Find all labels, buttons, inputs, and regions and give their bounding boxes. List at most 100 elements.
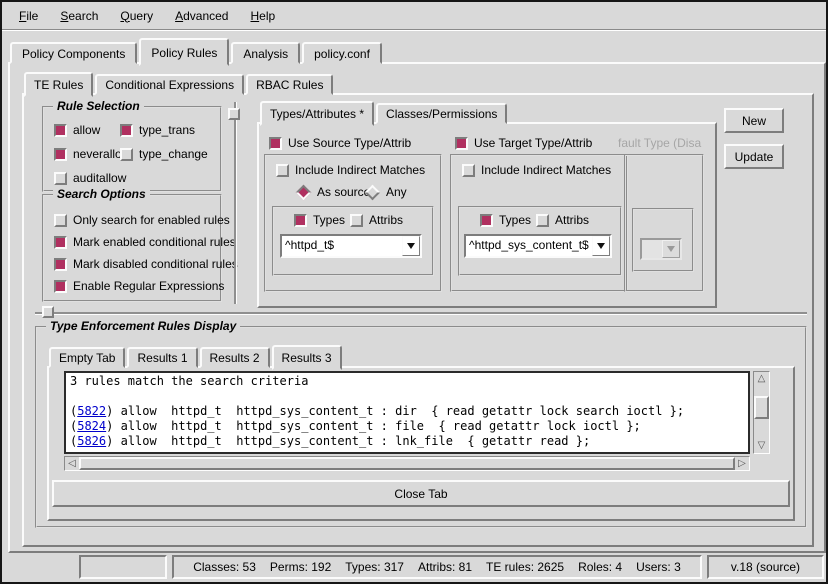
checkbox-neverallow[interactable]: neverallow — [54, 147, 130, 161]
source-type-combobox[interactable]: ^httpd_t$ — [280, 234, 422, 258]
results-vertical-scrollbar[interactable]: △ ▽ — [753, 371, 770, 454]
status-roles: Roles: 4 — [578, 560, 622, 574]
checkbox-indicator — [54, 172, 67, 185]
scroll-right-icon[interactable]: ▷ — [735, 457, 749, 470]
checkbox-mark-enabled-conditional[interactable]: Mark enabled conditional rules — [54, 235, 236, 249]
pane-sash-handle-horizontal[interactable] — [42, 306, 54, 318]
checkbox-indicator — [536, 214, 549, 227]
tab-policy-rules[interactable]: Policy Rules — [139, 38, 229, 66]
tab-analysis[interactable]: Analysis — [231, 42, 300, 64]
checkbox-indicator — [269, 137, 282, 150]
status-classes: Classes: 53 — [193, 560, 256, 574]
radio-as-source[interactable]: As source — [296, 185, 370, 199]
checkbox-indicator — [120, 148, 133, 161]
new-button[interactable]: New — [724, 108, 784, 133]
checkbox-target-attribs[interactable]: Attribs — [536, 213, 589, 227]
checkbox-use-source-type[interactable]: Use Source Type/Attrib — [269, 136, 411, 150]
checkbox-indicator — [54, 258, 67, 271]
tab-results-2[interactable]: Results 2 — [200, 347, 270, 368]
results-horizontal-scrollbar[interactable]: ◁ ▷ — [64, 456, 750, 471]
checkbox-indicator — [455, 137, 468, 150]
menu-file[interactable]: File — [16, 8, 41, 24]
te-rules-display-title: Type Enforcement Rules Display — [46, 319, 240, 333]
rule-selection-title: Rule Selection — [53, 99, 144, 113]
status-left-cell — [79, 555, 167, 579]
scroll-up-icon[interactable]: △ — [754, 372, 769, 386]
tab-te-rules[interactable]: TE Rules — [24, 72, 93, 97]
source-combo-dropdown-button[interactable] — [402, 236, 420, 256]
menu-search[interactable]: Search — [57, 8, 101, 24]
tab-rbac-rules[interactable]: RBAC Rules — [246, 74, 333, 95]
checkbox-auditallow[interactable]: auditallow — [54, 171, 126, 185]
pane-sash-horizontal[interactable] — [35, 312, 807, 314]
checkbox-indicator — [350, 214, 363, 227]
checkbox-allow[interactable]: allow — [54, 123, 100, 137]
checkbox-mark-disabled-conditional[interactable]: Mark disabled conditional rules — [54, 257, 238, 271]
checkbox-indicator — [54, 280, 67, 293]
checkbox-source-attribs[interactable]: Attribs — [350, 213, 403, 227]
checkbox-indicator — [276, 164, 289, 177]
status-te-rules: TE rules: 2625 — [486, 560, 564, 574]
default-type-value — [642, 240, 662, 258]
results-text-area[interactable]: 3 rules match the search criteria (5822)… — [64, 371, 750, 454]
main-tab-strip: Policy Components Policy Rules Analysis … — [10, 38, 384, 64]
checkbox-indicator — [294, 214, 307, 227]
tab-types-attributes[interactable]: Types/Attributes * — [260, 101, 374, 126]
checkbox-indicator — [462, 164, 475, 177]
checkbox-indicator — [480, 214, 493, 227]
rule-id-link[interactable]: 5824 — [77, 419, 106, 433]
results-tab-strip: Empty Tab Results 1 Results 2 Results 3 — [49, 345, 344, 368]
rule-id-link[interactable]: 5822 — [77, 404, 106, 418]
checkbox-type-change[interactable]: type_change — [120, 147, 208, 161]
checkbox-only-enabled-rules[interactable]: Only search for enabled rules — [54, 213, 230, 227]
close-tab-button[interactable]: Close Tab — [52, 480, 790, 507]
pane-sash-vertical[interactable] — [234, 102, 236, 304]
tab-conditional-expressions[interactable]: Conditional Expressions — [95, 74, 244, 95]
scroll-down-icon[interactable]: ▽ — [754, 439, 769, 453]
target-type-value[interactable]: ^httpd_sys_content_t$ — [466, 236, 592, 256]
tab-policy-components[interactable]: Policy Components — [10, 42, 137, 64]
checkbox-target-include-indirect[interactable]: Include Indirect Matches — [462, 163, 611, 177]
radio-indicator — [365, 184, 381, 200]
tab-classes-permissions[interactable]: Classes/Permissions — [376, 103, 507, 124]
checkbox-type-trans[interactable]: type_trans — [120, 123, 195, 137]
status-users: Users: 3 — [636, 560, 681, 574]
scrollbar-thumb[interactable] — [754, 396, 769, 420]
rule-id-link[interactable]: 5826 — [77, 434, 106, 448]
tab-results-1[interactable]: Results 1 — [127, 347, 197, 368]
scroll-left-icon[interactable]: ◁ — [65, 457, 79, 470]
results-summary: 3 rules match the search criteria — [70, 374, 744, 389]
chevron-down-icon — [407, 243, 415, 249]
checkbox-use-target-type[interactable]: Use Target Type/Attrib — [455, 136, 592, 150]
policy-version-label: v.18 (source) — [731, 560, 800, 574]
pane-sash-handle[interactable] — [228, 108, 240, 120]
target-type-combobox[interactable]: ^httpd_sys_content_t$ — [464, 234, 612, 258]
checkbox-target-types[interactable]: Types — [480, 213, 531, 227]
status-version-cell: v.18 (source) — [707, 555, 824, 579]
tab-policy-conf[interactable]: policy.conf — [302, 42, 382, 64]
target-combo-dropdown-button[interactable] — [592, 236, 610, 256]
status-perms: Perms: 192 — [270, 560, 331, 574]
scrollbar-thumb[interactable] — [79, 457, 735, 470]
radio-any[interactable]: Any — [365, 185, 407, 199]
source-type-value[interactable]: ^httpd_t$ — [282, 236, 402, 256]
menu-advanced[interactable]: Advanced — [172, 8, 231, 24]
checkbox-enable-regex[interactable]: Enable Regular Expressions — [54, 279, 224, 293]
tab-empty-tab[interactable]: Empty Tab — [49, 347, 125, 368]
types-attribs-tab-strip: Types/Attributes * Classes/Permissions — [260, 102, 509, 124]
menu-help[interactable]: Help — [247, 8, 278, 24]
rule-line: (5822) allow httpd_t httpd_sys_content_t… — [70, 404, 744, 419]
status-attribs: Attribs: 81 — [418, 560, 472, 574]
checkbox-indicator — [54, 124, 67, 137]
update-button[interactable]: Update — [724, 144, 784, 169]
checkbox-indicator — [54, 148, 67, 161]
checkbox-indicator — [54, 214, 67, 227]
checkbox-indicator — [54, 236, 67, 249]
status-types: Types: 317 — [345, 560, 404, 574]
tab-results-3[interactable]: Results 3 — [272, 345, 342, 370]
rule-line: (5826) allow httpd_t httpd_sys_content_t… — [70, 434, 744, 449]
search-options-title: Search Options — [53, 187, 150, 201]
checkbox-source-include-indirect[interactable]: Include Indirect Matches — [276, 163, 425, 177]
menu-query[interactable]: Query — [117, 8, 156, 24]
checkbox-source-types[interactable]: Types — [294, 213, 345, 227]
